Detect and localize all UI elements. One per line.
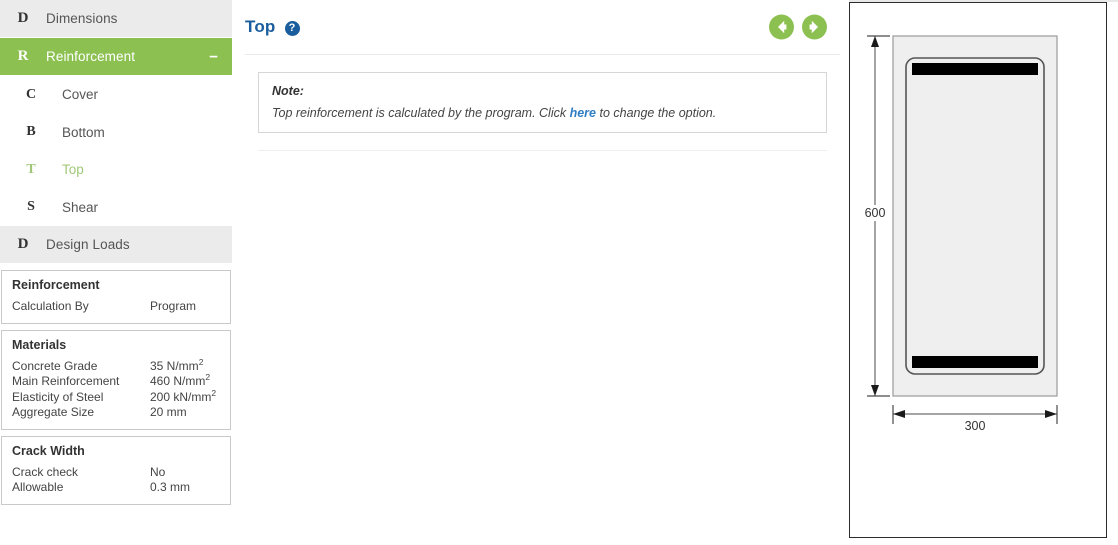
- main-content: Top ? Note: Top reinforcement is calcula…: [245, 0, 840, 545]
- sidebar-subitem-label: Cover: [62, 87, 99, 103]
- panel-reinforcement: Reinforcement Calculation By Program: [1, 270, 231, 324]
- application-window: D Dimensions R Reinforcement − C Cover B…: [0, 0, 1118, 545]
- collapse-minus-icon[interactable]: −: [209, 49, 218, 64]
- sidebar-item-label: Dimensions: [46, 11, 118, 26]
- note-box: Note: Top reinforcement is calculated by…: [258, 72, 827, 133]
- sidebar: D Dimensions R Reinforcement − C Cover B…: [0, 0, 232, 545]
- panel-row: Crack check No: [12, 465, 220, 481]
- panel-row-value: 200 kN/mm2: [150, 387, 217, 404]
- sidebar-subitem-cover[interactable]: C Cover: [0, 76, 232, 114]
- panel-row-key: Calculation By: [12, 299, 89, 313]
- bottom-rebar: [912, 356, 1038, 368]
- panel-crack-width: Crack Width Crack check No Allowable 0.3…: [1, 435, 231, 505]
- dimensions-icon: D: [17, 10, 29, 26]
- unit-superscript: 2: [205, 372, 211, 382]
- panel-row: Elasticity of Steel 200 kN/mm2: [12, 387, 220, 406]
- sidebar-subitem-label: Bottom: [62, 124, 105, 140]
- depth-dimension: 600: [858, 35, 892, 397]
- panel-row-key: Crack check: [12, 464, 79, 479]
- panel-title: Reinforcement: [12, 278, 100, 292]
- sidebar-item-label: Design Loads: [46, 237, 130, 252]
- unit-superscript: 2: [198, 356, 204, 367]
- beam-cross-section-drawing: 600 300: [858, 35, 1058, 433]
- sidebar-subitem-bottom[interactable]: B Bottom: [0, 113, 232, 151]
- panel-row: Allowable 0.3 mm: [12, 480, 220, 496]
- next-button[interactable]: [802, 14, 827, 40]
- note-text: Top reinforcement is calculated by the p…: [272, 106, 813, 120]
- top-rebar: [912, 63, 1038, 75]
- reinforcement-icon: R: [17, 48, 29, 64]
- panel-row: Calculation By Program: [12, 299, 220, 315]
- panel-row-value: 0.3 mm: [150, 480, 191, 494]
- navigation-arrows: [769, 14, 827, 40]
- note-text-after: to change the option.: [596, 106, 717, 120]
- previous-button[interactable]: [769, 14, 794, 40]
- beam-section-panel: 600 300: [849, 2, 1107, 538]
- bottom-icon: B: [26, 124, 36, 140]
- sidebar-subitem-top[interactable]: T Top: [0, 151, 232, 189]
- shear-icon: S: [27, 199, 35, 215]
- note-link-here[interactable]: here: [570, 106, 596, 120]
- width-dimension-label: 300: [965, 419, 986, 433]
- sidebar-item-dimensions[interactable]: D Dimensions: [0, 0, 232, 38]
- width-dimension: 300: [892, 405, 1058, 433]
- sidebar-item-design-loads[interactable]: D Design Loads: [0, 226, 232, 264]
- concrete-section: [892, 35, 1058, 397]
- cover-icon: C: [25, 86, 37, 102]
- sidebar-subitem-label: Shear: [62, 199, 99, 215]
- panel-title: Materials: [12, 337, 67, 352]
- sidebar-subnav: C Cover B Bottom T Top S Shear: [0, 76, 232, 226]
- note-text-before: Top reinforcement is calculated by the p…: [272, 106, 570, 120]
- panel-materials: Materials Concrete Grade 35 N/mm2 Main R…: [1, 329, 231, 430]
- panel-row-value: Program: [150, 299, 197, 313]
- top-icon: T: [26, 161, 36, 177]
- sidebar-item-label: Reinforcement: [46, 49, 136, 64]
- panel-row-key: Aggregate Size: [12, 405, 95, 419]
- panel-row-value: 460 N/mm2: [150, 372, 211, 388]
- help-icon[interactable]: ?: [284, 20, 300, 36]
- panel-row: Aggregate Size 20 mm: [12, 405, 220, 421]
- panel-row-key: Main Reinforcement: [12, 374, 120, 388]
- panel-row-key: Allowable: [12, 480, 64, 494]
- panel-row-key: Elasticity of Steel: [12, 389, 104, 404]
- panel-title: Crack Width: [12, 443, 85, 458]
- depth-dimension-label: 600: [865, 206, 886, 220]
- panel-row-value: 20 mm: [150, 405, 187, 419]
- sidebar-item-reinforcement[interactable]: R Reinforcement −: [0, 38, 232, 76]
- unit-superscript: 2: [211, 387, 217, 398]
- section-divider: [258, 150, 827, 151]
- content-header: Top ?: [245, 0, 840, 55]
- panel-row: Main Reinforcement 460 N/mm2: [12, 372, 220, 390]
- panel-row: Concrete Grade 35 N/mm2: [12, 356, 220, 375]
- design-loads-icon: D: [17, 236, 29, 252]
- panel-row-value: No: [150, 464, 166, 479]
- sidebar-subitem-label: Top: [62, 162, 84, 178]
- page-title: Top: [245, 17, 276, 36]
- panel-row-key: Concrete Grade: [12, 358, 98, 373]
- sidebar-subitem-shear[interactable]: S Shear: [0, 188, 232, 226]
- note-label: Note:: [272, 84, 304, 98]
